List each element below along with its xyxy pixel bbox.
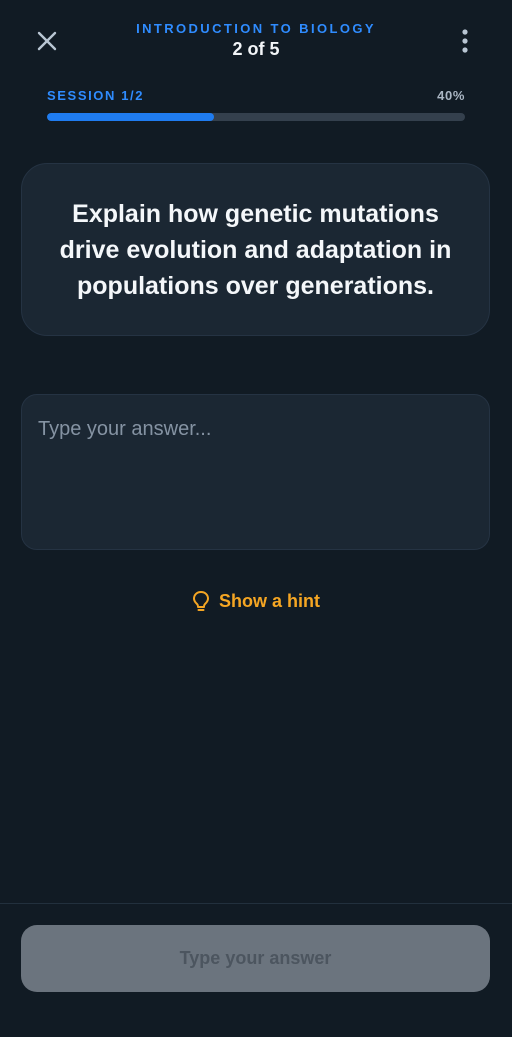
session-label: SESSION 1/2 — [47, 88, 145, 103]
submit-answer-button[interactable]: Type your answer — [21, 925, 490, 992]
more-vertical-icon — [462, 29, 468, 53]
progress-bar — [47, 113, 465, 121]
step-counter: 2 of 5 — [232, 39, 280, 59]
show-hint-label: Show a hint — [219, 590, 320, 611]
top-bar: INTRODUCTION TO BIOLOGY 2 of 5 — [0, 0, 512, 80]
question-text: Explain how genetic mutations drive evol… — [59, 199, 452, 300]
session-progress-header: SESSION 1/2 40% — [47, 88, 465, 106]
submit-answer-label: Type your answer — [179, 948, 332, 968]
show-hint-content: Show a hint — [192, 590, 320, 612]
more-options-button[interactable] — [450, 24, 480, 58]
answer-box — [21, 394, 490, 550]
course-title: INTRODUCTION TO BIOLOGY — [136, 21, 376, 36]
progress-percent: 40% — [437, 88, 465, 103]
progress-bar-fill — [47, 113, 215, 121]
question-card: Explain how genetic mutations drive evol… — [21, 163, 490, 336]
answer-input[interactable] — [38, 417, 472, 537]
lightbulb-icon — [193, 591, 209, 611]
show-hint-button[interactable]: Show a hint — [0, 589, 512, 613]
footer-divider — [0, 903, 512, 904]
